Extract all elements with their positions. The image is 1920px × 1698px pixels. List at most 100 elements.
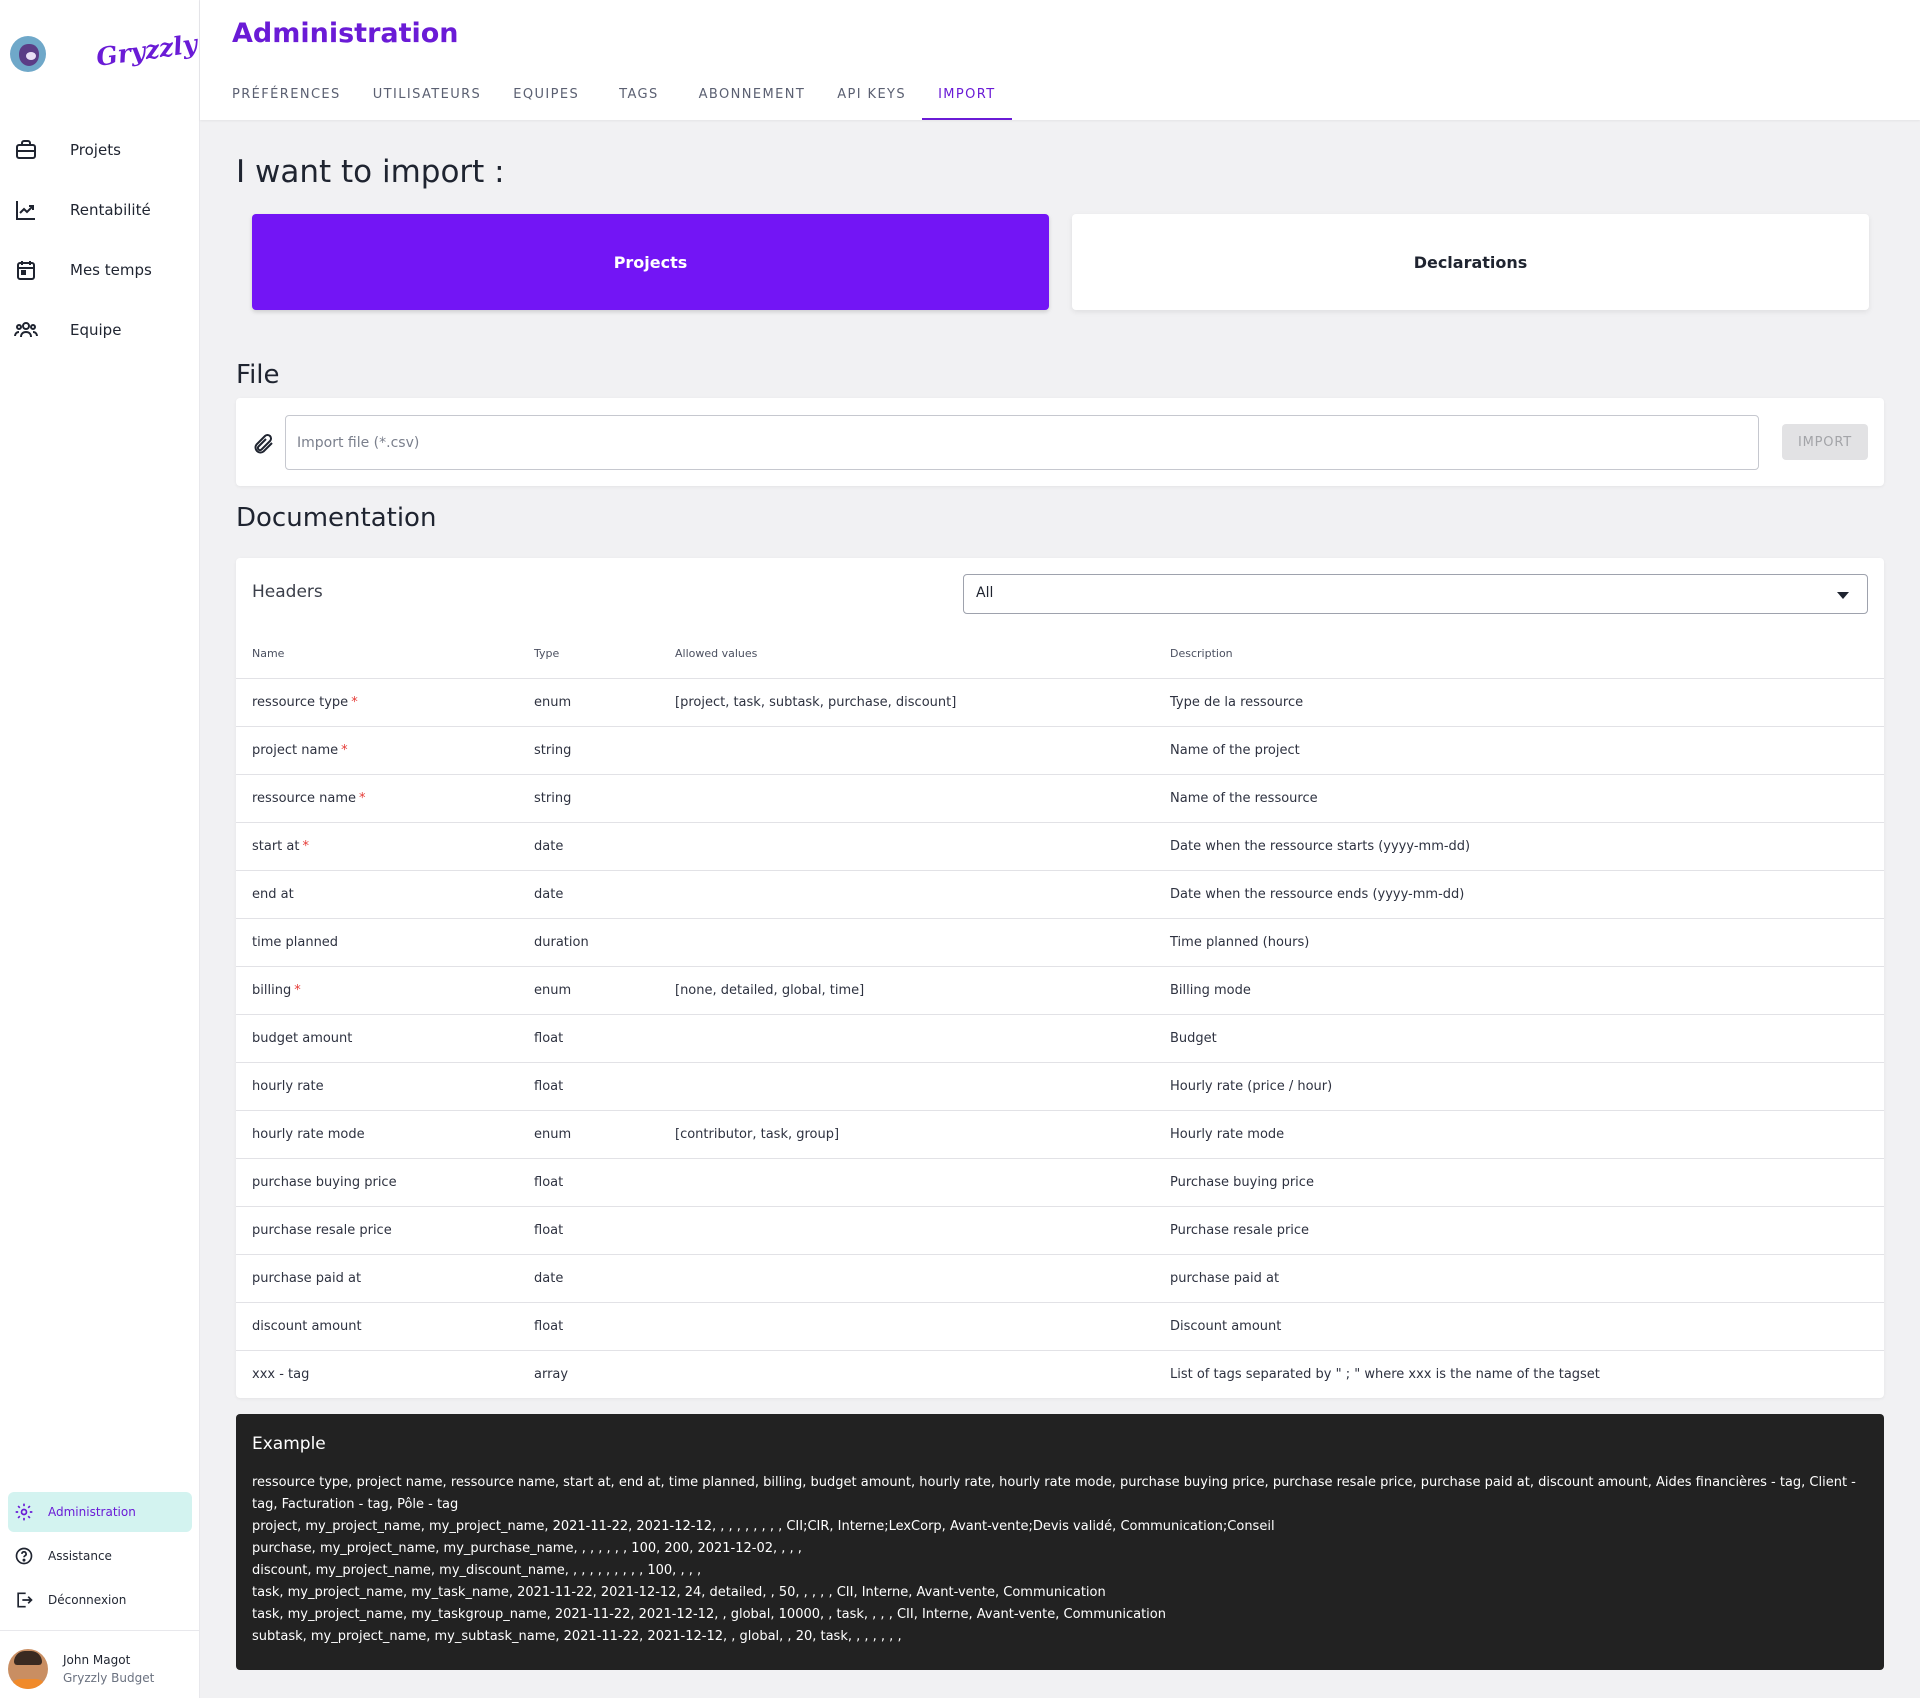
cell-description: Date when the ressource starts (yyyy-mm-… <box>1154 822 1884 871</box>
cell-allowed <box>659 870 1154 919</box>
cell-name-text: time planned <box>252 934 339 950</box>
cell-allowed <box>659 774 1154 823</box>
cell-type-text: date <box>534 1270 564 1286</box>
cell-allowed-text: [none, detailed, global, time] <box>675 982 865 998</box>
cell-type-text: string <box>534 742 572 758</box>
documentation-card: Headers All Name Type Allowed values Des… <box>236 558 1884 1398</box>
team-icon <box>14 322 38 338</box>
tab-import[interactable]: IMPORT <box>922 78 1012 120</box>
cell-allowed <box>659 1254 1154 1303</box>
cell-description-text: Purchase resale price <box>1170 1222 1310 1238</box>
cell-description: Name of the project <box>1154 726 1884 775</box>
sidebar-item-label: Assistance <box>48 1549 112 1563</box>
cell-allowed: [none, detailed, global, time] <box>659 966 1154 1015</box>
cell-name-text: end at <box>252 886 294 902</box>
paperclip-icon[interactable] <box>252 432 276 456</box>
cell-description-text: purchase paid at <box>1170 1270 1280 1286</box>
required-marker: * <box>302 838 309 854</box>
cell-allowed <box>659 1014 1154 1063</box>
gryzzly-logo[interactable]: Gryzzly <box>94 29 199 72</box>
headers-filter-select[interactable]: All <box>963 574 1868 614</box>
example-line: subtask, my_project_name, my_subtask_nam… <box>252 1629 902 1644</box>
sidebar-item-equipe[interactable]: Equipe <box>0 300 200 360</box>
sidebar-item-label: Mes temps <box>70 261 152 279</box>
import-declarations-option[interactable]: Declarations <box>1072 214 1869 310</box>
cell-description-text: Budget <box>1170 1030 1217 1046</box>
sidebar: Gryzzly Projets Rentabilité Mes temps Eq… <box>0 0 200 1698</box>
file-upload-card: IMPORT <box>236 398 1884 486</box>
tab-abonnement[interactable]: ABONNEMENT <box>683 78 822 120</box>
user-profile[interactable]: John Magot Gryzzly Budget <box>0 1630 200 1698</box>
cell-name: project name * <box>236 726 518 775</box>
cell-name: start at * <box>236 822 518 871</box>
cell-name-text: start at <box>252 838 300 854</box>
example-line: task, my_project_name, my_task_name, 202… <box>252 1585 1106 1600</box>
brand: Gryzzly <box>0 0 200 110</box>
table-row: purchase resale price float Purchase resal… <box>236 1206 1884 1255</box>
cell-type: enum <box>518 966 659 1015</box>
trend-chart-icon <box>16 201 35 220</box>
column-header-name: Name <box>236 630 518 679</box>
tab-tags[interactable]: TAGS <box>595 78 683 120</box>
sidebar-item-projets[interactable]: Projets <box>0 120 200 180</box>
table-row: ressource type * enum [project, task, subta… <box>236 678 1884 727</box>
tab-utilisateurs[interactable]: UTILISATEURS <box>357 78 498 120</box>
cell-description: Time planned (hours) <box>1154 918 1884 967</box>
example-line: project, my_project_name, my_project_nam… <box>252 1519 1275 1534</box>
cell-type: string <box>518 726 659 775</box>
required-marker: * <box>294 982 301 998</box>
headers-filter-value: All <box>976 585 994 601</box>
cell-type: date <box>518 1254 659 1303</box>
sidebar-item-label: Administration <box>48 1505 136 1519</box>
tab-equipes[interactable]: EQUIPES <box>497 78 595 120</box>
sidebar-item-label: Projets <box>70 141 121 159</box>
cell-allowed-text: [contributor, task, group] <box>675 1126 840 1142</box>
table-row: hourly rate mode enum [contributor, task, … <box>236 1110 1884 1159</box>
cell-name-text: purchase buying price <box>252 1174 397 1190</box>
cell-allowed <box>659 1206 1154 1255</box>
cell-name-text: hourly rate mode <box>252 1126 365 1142</box>
example-line: purchase, my_project_name, my_purchase_n… <box>252 1541 802 1556</box>
sidebar-item-rentabilite[interactable]: Rentabilité <box>0 180 200 240</box>
column-header-type: Type <box>518 630 659 679</box>
column-header-allowed: Allowed values <box>659 630 1154 679</box>
cell-type-text: float <box>534 1318 564 1334</box>
table-row: hourly rate float Hourly rate (price / hou… <box>236 1062 1884 1111</box>
sidebar-item-deconnexion[interactable]: Déconnexion <box>8 1580 192 1620</box>
cell-description: List of tags separated by " ; " where xx… <box>1154 1350 1884 1398</box>
cell-name-text: budget amount <box>252 1030 353 1046</box>
cell-description-text: Hourly rate (price / hour) <box>1170 1078 1333 1094</box>
cell-type-text: enum <box>534 1126 572 1142</box>
cell-name-text: project name <box>252 742 339 758</box>
example-lines: ressource type, project name, ressource … <box>252 1472 1868 1648</box>
cell-type-text: enum <box>534 982 572 998</box>
cell-description: Hourly rate (price / hour) <box>1154 1062 1884 1111</box>
table-row: purchase paid at date purchase paid at <box>236 1254 1884 1303</box>
cell-description: Purchase buying price <box>1154 1158 1884 1207</box>
cell-name: hourly rate mode <box>236 1110 518 1159</box>
required-marker: * <box>351 694 358 710</box>
tab-api-keys[interactable]: API KEYS <box>821 78 922 120</box>
import-button[interactable]: IMPORT <box>1782 424 1868 460</box>
import-projects-option[interactable]: Projects <box>252 214 1049 310</box>
sidebar-item-assistance[interactable]: Assistance <box>8 1536 192 1576</box>
cell-type: float <box>518 1158 659 1207</box>
cell-allowed <box>659 1350 1154 1398</box>
import-file-input[interactable] <box>285 415 1759 470</box>
required-marker: * <box>341 742 348 758</box>
workspace-avatar[interactable] <box>10 36 46 72</box>
sidebar-bottom: Administration Assistance Déconnexion <box>0 1492 200 1624</box>
sidebar-item-administration[interactable]: Administration <box>8 1492 192 1532</box>
cell-description-text: Name of the project <box>1170 742 1300 758</box>
cell-description-text: Date when the ressource ends (yyyy-mm-dd… <box>1170 886 1465 902</box>
sidebar-item-mes-temps[interactable]: Mes temps <box>0 240 200 300</box>
page-header: Administration PRÉFÉRENCES UTILISATEURS … <box>200 0 1920 120</box>
cell-description-text: Purchase buying price <box>1170 1174 1314 1190</box>
tab-bar: PRÉFÉRENCES UTILISATEURS EQUIPES TAGS AB… <box>216 78 1012 120</box>
cell-name: budget amount <box>236 1014 518 1063</box>
cell-name: purchase buying price <box>236 1158 518 1207</box>
table-row: end at date Date when the ressource ends (… <box>236 870 1884 919</box>
cell-type: date <box>518 822 659 871</box>
cell-allowed <box>659 1158 1154 1207</box>
tab-preferences[interactable]: PRÉFÉRENCES <box>216 78 357 120</box>
